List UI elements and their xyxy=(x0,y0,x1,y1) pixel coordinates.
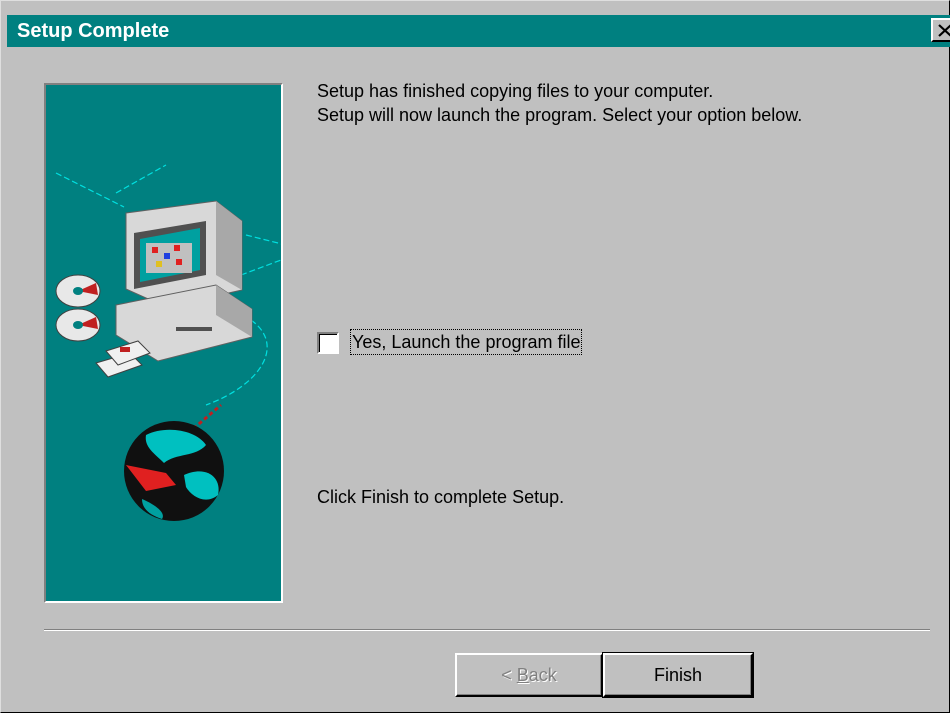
setup-artwork xyxy=(55,164,281,521)
window-title: Setup Complete xyxy=(17,20,170,42)
separator xyxy=(44,629,930,631)
back-button-label: < Back xyxy=(501,665,557,685)
finish-instruction: Click Finish to complete Setup. xyxy=(317,487,565,507)
floppy-disk-icon xyxy=(95,340,151,378)
close-button[interactable] xyxy=(931,18,950,42)
setup-message: Setup has finished copying files to your… xyxy=(317,79,937,127)
back-button[interactable]: < Back xyxy=(455,653,603,697)
message-line-1: Setup has finished copying files to your… xyxy=(317,81,714,101)
finish-button-label: Finish xyxy=(653,665,702,685)
globe-icon xyxy=(124,421,224,521)
message-line-2: Setup will now launch the program. Selec… xyxy=(317,105,803,125)
launch-program-checkbox[interactable] xyxy=(317,332,339,354)
setup-illustration xyxy=(44,83,283,603)
cd-icon xyxy=(55,274,101,342)
launch-program-label[interactable]: Yes, Launch the program file xyxy=(349,329,583,355)
title-bar: Setup Complete xyxy=(7,15,950,47)
setup-dialog: Setup Complete Setup has finished copyin… xyxy=(0,0,950,713)
computer-icon xyxy=(115,200,253,362)
finish-button[interactable]: Finish xyxy=(602,652,754,698)
close-icon xyxy=(938,24,950,37)
